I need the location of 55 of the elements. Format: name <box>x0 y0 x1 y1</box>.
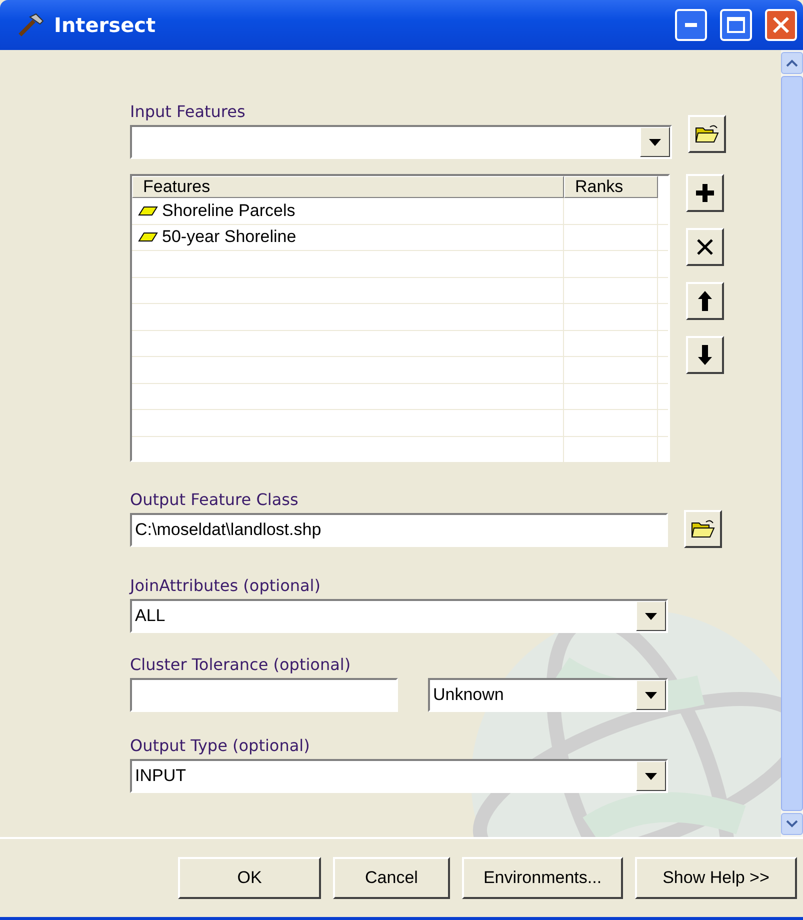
close-button[interactable] <box>765 9 797 41</box>
unit-dropdown[interactable]: Unknown <box>428 678 668 712</box>
dialog-button[interactable]: Environments... <box>462 857 623 899</box>
input-features-dropdown[interactable] <box>130 125 672 159</box>
maximize-icon <box>727 17 745 33</box>
table-row[interactable]: Shoreline Parcels <box>132 198 668 224</box>
maximize-button[interactable] <box>720 9 752 41</box>
dropdown-button[interactable] <box>636 680 666 710</box>
window-title: Intersect <box>54 13 157 37</box>
join-attributes-dropdown[interactable]: ALL <box>130 599 668 633</box>
dialog-button[interactable]: OK <box>178 857 321 899</box>
scroll-down-button[interactable] <box>781 813 803 835</box>
field-label: Input Features <box>130 102 246 121</box>
dropdown-caret-icon <box>645 612 657 620</box>
chevron-down-icon <box>786 820 798 828</box>
plus-icon <box>695 183 715 203</box>
tolerance-field[interactable] <box>130 678 398 712</box>
minimize-icon <box>685 23 697 27</box>
field-label: Cluster Tolerance (optional) <box>130 655 352 674</box>
field-label: Output Feature Class <box>130 490 300 509</box>
folder-icon <box>691 519 715 539</box>
close-icon <box>772 16 790 34</box>
dropdown-caret-icon <box>649 138 661 146</box>
dropdown-button[interactable] <box>640 127 670 157</box>
arrow-down-icon <box>698 345 712 365</box>
field-label: Output Type (optional) <box>130 736 311 755</box>
cross-icon <box>696 238 714 256</box>
move-up-button[interactable] <box>686 282 724 320</box>
browse-button[interactable] <box>684 510 722 548</box>
arrow-up-icon <box>698 291 712 311</box>
field-label: JoinAttributes (optional) <box>130 576 322 595</box>
column-header[interactable]: Features <box>132 176 564 198</box>
dropdown-button[interactable] <box>636 601 666 631</box>
scroll-up-button[interactable] <box>781 52 803 74</box>
minimize-button[interactable] <box>675 9 707 41</box>
browse-button[interactable] <box>688 115 726 153</box>
output-type-dropdown[interactable]: INPUT <box>130 759 668 793</box>
table-cell: 50-year Shoreline <box>162 227 296 248</box>
move-down-button[interactable] <box>686 336 724 374</box>
dialog-button[interactable]: Cancel <box>333 857 450 899</box>
polygon-layer-icon <box>138 232 158 242</box>
dropdown-caret-icon <box>645 772 657 780</box>
dropdown-button[interactable] <box>636 761 666 791</box>
table-row[interactable]: 50-year Shoreline <box>132 224 668 251</box>
folder-icon <box>695 124 719 144</box>
remove-button[interactable] <box>686 228 724 266</box>
add-button[interactable] <box>686 174 724 212</box>
dialog-button[interactable]: Show Help >> <box>635 857 797 899</box>
dropdown-caret-icon <box>645 692 657 698</box>
hammer-icon <box>18 13 44 37</box>
table-cell: Shoreline Parcels <box>162 200 296 221</box>
polygon-layer-icon <box>138 206 158 216</box>
column-header[interactable]: Ranks <box>564 176 658 198</box>
output-path-field[interactable]: C:\moseldat\landlost.shp <box>130 513 668 547</box>
chevron-up-icon <box>786 59 798 67</box>
